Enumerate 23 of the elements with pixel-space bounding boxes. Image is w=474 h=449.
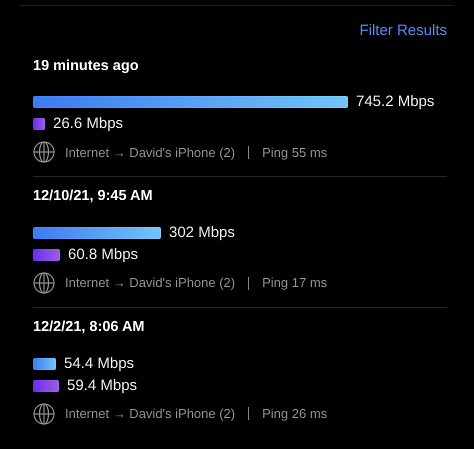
ping-text: Ping 55 ms — [262, 144, 328, 162]
speed-reading: 60.8 Mbps — [68, 244, 138, 265]
download-bar — [33, 358, 56, 370]
route-text: Internet → David's iPhone (2) — [65, 274, 236, 292]
globe-icon — [33, 141, 55, 164]
globe-icon — [33, 272, 55, 294]
speed-reading: 54.4 Mbps — [64, 354, 134, 374]
globe-icon — [33, 402, 55, 425]
route-text: Internet → David's iPhone (2) — [65, 144, 236, 162]
speed-reading: 26.6 Mbps — [53, 114, 124, 134]
result-time: 12/10/21, 9:45 AM — [33, 187, 154, 206]
upload-bar — [33, 118, 45, 130]
ping-text: Ping 26 ms — [262, 405, 328, 423]
speed-reading: 59.4 Mbps — [67, 376, 138, 396]
upload-bar — [33, 249, 60, 261]
filter-results-link[interactable]: Filter Results — [359, 20, 447, 42]
result-time: 12/2/21, 8:06 AM — [33, 318, 146, 337]
upload-bar — [33, 380, 59, 392]
route-text: Internet → David's iPhone (2) — [65, 405, 236, 423]
result-time: 19 minutes ago — [33, 56, 140, 76]
ping-text: Ping 17 ms — [262, 274, 328, 292]
speed-reading: 745.2 Mbps — [356, 92, 434, 112]
speed-reading: 302 Mbps — [169, 222, 235, 243]
